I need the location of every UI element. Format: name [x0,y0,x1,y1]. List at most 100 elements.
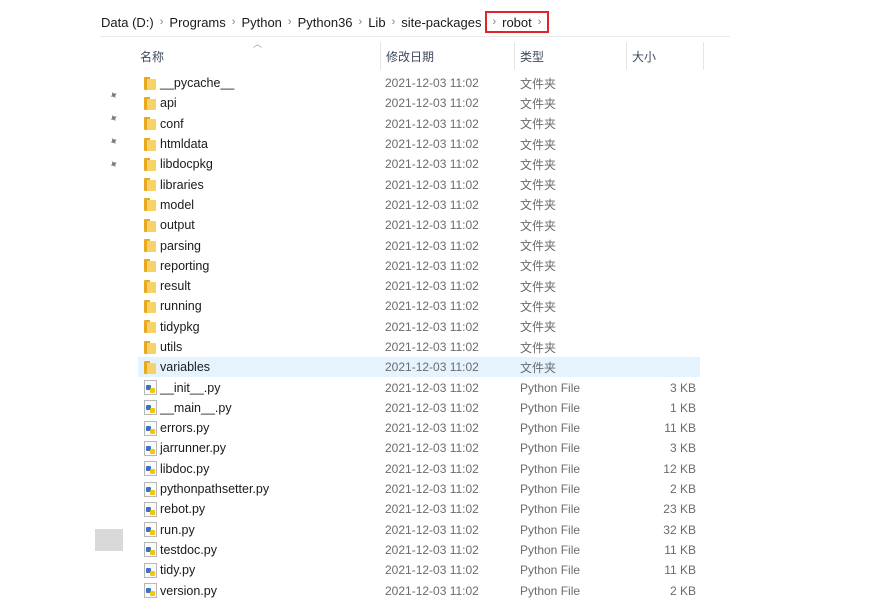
chevron-right-icon[interactable]: › [392,16,396,28]
file-name: variables [160,360,211,375]
file-row[interactable]: output 2021-12-03 11:02 文件夹 [138,215,700,235]
file-type: 文件夹 [520,279,557,294]
file-row[interactable]: tidy.py 2021-12-03 11:02 Python File 11 KB [138,560,700,580]
file-date: 2021-12-03 11:02 [385,360,479,375]
file-row[interactable]: libdocpkg 2021-12-03 11:02 文件夹 [138,154,700,174]
file-row[interactable]: reporting 2021-12-03 11:02 文件夹 [138,256,700,276]
file-row-icon-cell [142,479,158,499]
file-date: 2021-12-03 11:02 [385,421,479,436]
file-row[interactable]: running 2021-12-03 11:02 文件夹 [138,296,700,316]
file-row[interactable]: libdoc.py 2021-12-03 11:02 Python File 12 K… [138,459,700,479]
column-header-name-label: 名称 [140,49,165,64]
file-row[interactable]: __init__.py 2021-12-03 11:02 Python File 3 … [138,377,700,397]
file-type: 文件夹 [520,259,557,274]
file-date: 2021-12-03 11:02 [385,563,479,578]
file-type: 文件夹 [520,157,557,172]
file-row-icon-cell [142,215,158,235]
file-name: result [160,279,191,294]
file-name: libraries [160,177,204,192]
file-date: 2021-12-03 11:02 [385,137,479,152]
chevron-right-icon[interactable]: › [538,16,542,28]
file-size [628,93,696,113]
folder-icon [143,319,157,334]
file-row[interactable]: tidypkg 2021-12-03 11:02 文件夹 [138,317,700,337]
breadcrumb-item-python36[interactable]: Python36 [297,15,354,30]
breadcrumb-item-robot[interactable]: robot [502,15,532,30]
column-header-date[interactable]: 修改日期 [380,42,514,70]
file-size: 23 KB [663,502,696,517]
file-row[interactable]: __main__.py 2021-12-03 11:02 Python File 1 … [138,398,700,418]
file-row-icon-cell [142,398,158,418]
file-date: 2021-12-03 11:02 [385,299,479,314]
python-file-icon [143,501,157,517]
file-row-icon-cell [142,438,158,458]
file-name: jarrunner.py [160,441,227,456]
folder-icon [143,258,157,273]
file-row[interactable]: utils 2021-12-03 11:02 文件夹 [138,337,700,357]
file-size: 11 KB [664,542,696,557]
file-row[interactable]: result 2021-12-03 11:02 文件夹 [138,276,700,296]
file-size [628,215,696,235]
file-row[interactable]: variables 2021-12-03 11:02 文件夹 [138,357,700,378]
file-row[interactable]: pythonpathsetter.py 2021-12-03 11:02 Pytho… [138,479,700,499]
file-size: 12 KB [663,461,696,476]
pin-icon[interactable]: ✦ [101,151,126,179]
file-list: __pycache__ 2021-12-03 11:02 文件夹 api 2021-12… [138,73,700,601]
file-type: 文件夹 [520,239,557,254]
nav-pane-scroll-thumb[interactable] [95,529,123,551]
chevron-right-icon[interactable]: › [492,16,496,28]
file-type: 文件夹 [520,76,557,91]
file-row[interactable]: errors.py 2021-12-03 11:02 Python File 11 K… [138,418,700,438]
file-row[interactable]: parsing 2021-12-03 11:02 文件夹 [138,235,700,255]
file-type: Python File [520,482,581,497]
file-row[interactable]: api 2021-12-03 11:02 文件夹 [138,93,700,113]
chevron-right-icon[interactable]: › [160,16,164,28]
python-file-icon [143,542,157,558]
chevron-right-icon[interactable]: › [232,16,236,28]
file-row[interactable]: __pycache__ 2021-12-03 11:02 文件夹 [138,73,700,93]
file-row[interactable]: jarrunner.py 2021-12-03 11:02 Python File 3… [138,438,700,458]
file-row[interactable]: model 2021-12-03 11:02 文件夹 [138,195,700,215]
breadcrumb-item-lib[interactable]: Lib [367,15,386,30]
file-row[interactable]: conf 2021-12-03 11:02 文件夹 [138,114,700,134]
column-header-name[interactable]: ︿ 名称 [138,39,380,70]
file-name: __pycache__ [160,76,235,91]
file-row[interactable]: run.py 2021-12-03 11:02 Python File 32 KB [138,520,700,540]
file-type: Python File [520,522,581,537]
file-row[interactable]: htmldata 2021-12-03 11:02 文件夹 [138,134,700,154]
file-size: 2 KB [669,583,696,598]
file-size [628,134,696,154]
column-header-type[interactable]: 类型 [514,42,626,70]
folder-icon [143,177,157,192]
breadcrumb-item-site-packages[interactable]: site-packages [400,15,482,30]
folder-icon [143,279,157,294]
file-name: running [160,299,202,314]
breadcrumb-item-programs[interactable]: Programs [168,15,226,30]
file-date: 2021-12-03 11:02 [385,319,479,334]
file-date: 2021-12-03 11:02 [385,583,479,598]
address-divider [100,36,730,37]
folder-icon [143,197,157,212]
python-file-icon [143,481,157,497]
column-header-date-label: 修改日期 [386,49,435,64]
file-row[interactable]: testdoc.py 2021-12-03 11:02 Python File 11 … [138,540,700,560]
file-row[interactable]: version.py 2021-12-03 11:02 Python File 2 K… [138,580,700,600]
chevron-right-icon[interactable]: › [359,16,363,28]
breadcrumb-item-python[interactable]: Python [240,15,282,30]
file-date: 2021-12-03 11:02 [385,197,479,212]
file-name: run.py [160,522,195,537]
file-row[interactable]: rebot.py 2021-12-03 11:02 Python File 23 KB [138,499,700,519]
file-type: 文件夹 [520,340,557,355]
chevron-right-icon[interactable]: › [288,16,292,28]
breadcrumb-item-drive[interactable]: Data (D:) [100,15,155,30]
file-date: 2021-12-03 11:02 [385,400,479,415]
file-type: Python File [520,563,581,578]
file-row-icon-cell [142,520,158,540]
folder-icon [143,360,157,375]
file-size: 3 KB [669,441,696,456]
file-type: Python File [520,461,581,476]
file-row[interactable]: libraries 2021-12-03 11:02 文件夹 [138,174,700,194]
file-type: 文件夹 [520,137,557,152]
python-file-icon [143,562,157,578]
column-header-size[interactable]: 大小 [626,42,704,70]
